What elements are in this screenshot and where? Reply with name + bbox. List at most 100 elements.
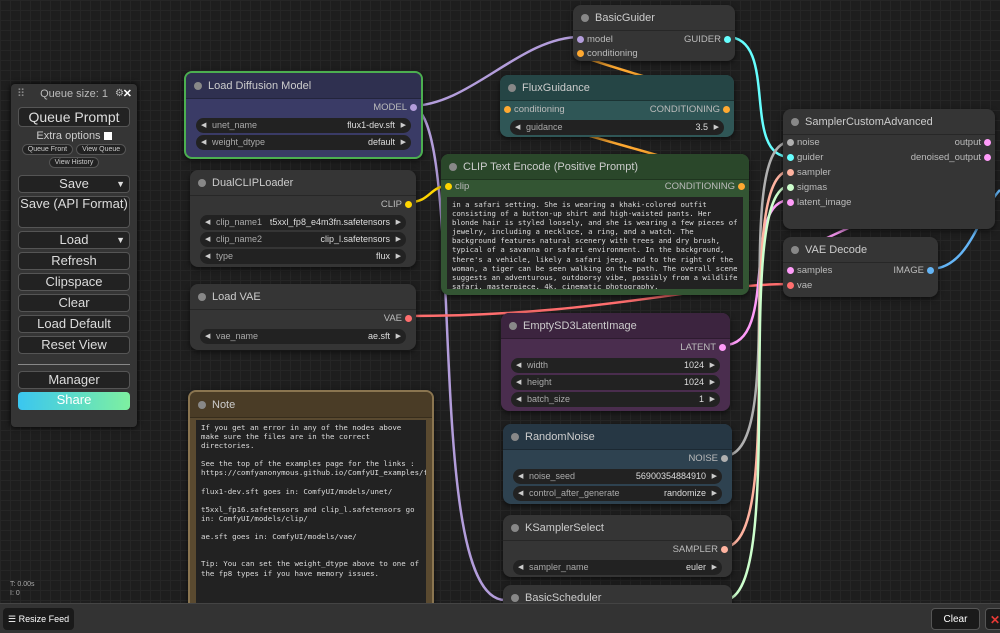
- node-sampler-custom-advanced[interactable]: SamplerCustomAdvanced noise output guider…: [783, 109, 995, 229]
- output-slot[interactable]: [984, 139, 991, 146]
- input-label: latent_image: [797, 197, 852, 208]
- input-slot[interactable]: [577, 50, 584, 57]
- load-menu-arrow-icon[interactable]: ▼: [116, 232, 125, 248]
- node-basic-guider[interactable]: BasicGuider model GUIDER conditioning: [573, 5, 735, 61]
- node-title: KSamplerSelect: [503, 515, 732, 541]
- resize-feed-button[interactable]: ☰ Resize Feed: [3, 608, 75, 630]
- queue-size-label: Queue size: 1: [40, 88, 108, 100]
- note-textarea[interactable]: If you get an error in any of the nodes …: [196, 420, 426, 610]
- output-slot[interactable]: [724, 36, 731, 43]
- reset-view-button[interactable]: Reset View: [18, 336, 130, 354]
- height-widget[interactable]: height1024: [511, 375, 720, 390]
- input-slot[interactable]: [787, 154, 794, 161]
- manager-button[interactable]: Manager: [18, 371, 130, 389]
- input-slot[interactable]: [787, 199, 794, 206]
- input-slot[interactable]: [504, 106, 511, 113]
- drag-handle-icon[interactable]: ⠿: [17, 84, 25, 104]
- node-title: Load VAE: [190, 284, 416, 310]
- refresh-button[interactable]: Refresh: [18, 252, 130, 270]
- width-widget[interactable]: width1024: [511, 358, 720, 373]
- view-queue-button[interactable]: View Queue: [76, 144, 127, 155]
- clear-button[interactable]: Clear: [18, 294, 130, 312]
- save-button[interactable]: Save ▼: [18, 175, 130, 193]
- input-slot[interactable]: [787, 184, 794, 191]
- output-slot[interactable]: [721, 546, 728, 553]
- weight-dtype-widget[interactable]: weight_dtypedefault: [196, 135, 411, 150]
- output-label: output: [954, 137, 981, 148]
- output-slot[interactable]: [723, 106, 730, 113]
- node-dual-clip-loader[interactable]: DualCLIPLoader CLIP clip_name1t5xxl_fp8_…: [190, 170, 416, 267]
- node-vae-decode[interactable]: VAE Decode samples IMAGE vae: [783, 237, 938, 297]
- sampler-name-widget[interactable]: sampler_nameeuler: [513, 560, 722, 575]
- input-slot[interactable]: [577, 36, 584, 43]
- output-label: NOISE: [688, 453, 718, 464]
- bottom-bar: ☰ Resize Feed Clear ✕: [0, 603, 1000, 633]
- share-button[interactable]: Share: [18, 392, 130, 410]
- input-slot[interactable]: [787, 267, 794, 274]
- load-button[interactable]: Load ▼: [18, 231, 130, 249]
- clip-name2-widget[interactable]: clip_name2clip_l.safetensors: [200, 232, 406, 247]
- node-title: Load Diffusion Model: [186, 73, 421, 99]
- output-slot[interactable]: [984, 154, 991, 161]
- close-icon[interactable]: ✕: [123, 84, 132, 104]
- node-note[interactable]: Note If you get an error in any of the n…: [188, 390, 434, 615]
- input-label: guider: [797, 152, 824, 163]
- feed-close-button[interactable]: ✕: [985, 608, 1000, 630]
- output-slot[interactable]: [410, 104, 417, 111]
- output-slot[interactable]: [927, 267, 934, 274]
- input-slot[interactable]: [787, 139, 794, 146]
- guidance-widget[interactable]: guidance3.5: [510, 120, 724, 135]
- view-history-button[interactable]: View History: [48, 157, 100, 168]
- prompt-textarea[interactable]: in a safari setting. She is wearing a kh…: [447, 197, 743, 289]
- input-slot[interactable]: [787, 282, 794, 289]
- batch-size-widget[interactable]: batch_size1: [511, 392, 720, 407]
- output-label: denoised_output: [910, 152, 981, 163]
- input-label: conditioning: [514, 104, 565, 115]
- type-widget[interactable]: typeflux: [200, 249, 406, 264]
- sliders-icon: ☰: [8, 614, 17, 624]
- node-load-diffusion-model[interactable]: Load Diffusion Model MODEL unet_nameflux…: [184, 71, 423, 159]
- clip-name1-widget[interactable]: clip_name1t5xxl_fp8_e4m3fn.safetensors: [200, 215, 406, 230]
- feed-clear-button[interactable]: Clear: [931, 608, 980, 630]
- vae-name-widget[interactable]: vae_nameae.sft: [200, 329, 406, 344]
- input-label: noise: [797, 137, 820, 148]
- node-title: DualCLIPLoader: [190, 170, 416, 196]
- node-title: Note: [190, 392, 432, 418]
- divider: [18, 364, 130, 365]
- output-label: MODEL: [373, 102, 407, 113]
- save-api-button[interactable]: Save (API Format): [18, 196, 130, 228]
- output-slot[interactable]: [405, 201, 412, 208]
- output-slot[interactable]: [738, 183, 745, 190]
- node-random-noise[interactable]: RandomNoise NOISE noise_seed569003548849…: [503, 424, 732, 504]
- queue-front-button[interactable]: Queue Front: [21, 144, 74, 155]
- input-slot[interactable]: [445, 183, 452, 190]
- node-flux-guidance[interactable]: FluxGuidance conditioning CONDITIONING gu…: [500, 75, 734, 137]
- node-clip-text-encode[interactable]: CLIP Text Encode (Positive Prompt) clip C…: [441, 154, 749, 295]
- queue-panel: ⠿ Queue size: 1 ⚙ ✕ Queue Prompt Extra o…: [11, 84, 137, 427]
- output-label: CONDITIONING: [649, 104, 720, 115]
- node-ksampler-select[interactable]: KSamplerSelect SAMPLER sampler_nameeuler: [503, 515, 732, 577]
- input-slot[interactable]: [787, 169, 794, 176]
- clipspace-button[interactable]: Clipspace: [18, 273, 130, 291]
- extra-options-checkbox[interactable]: [103, 132, 112, 141]
- node-load-vae[interactable]: Load VAE VAE vae_nameae.sft: [190, 284, 416, 350]
- input-label: sampler: [797, 167, 831, 178]
- noise-seed-widget[interactable]: noise_seed56900354884910: [513, 469, 722, 484]
- save-menu-arrow-icon[interactable]: ▼: [116, 176, 125, 192]
- unet-name-widget[interactable]: unet_nameflux1-dev.sft: [196, 118, 411, 133]
- output-label: IMAGE: [893, 265, 924, 276]
- control-after-generate-widget[interactable]: control_after_generaterandomize: [513, 486, 722, 501]
- node-title: CLIP Text Encode (Positive Prompt): [441, 154, 749, 180]
- input-label: conditioning: [587, 48, 638, 59]
- node-title: SamplerCustomAdvanced: [783, 109, 995, 135]
- output-slot[interactable]: [405, 315, 412, 322]
- queue-prompt-button[interactable]: Queue Prompt: [18, 107, 130, 127]
- output-label: CLIP: [380, 199, 402, 210]
- node-title: FluxGuidance: [500, 75, 734, 101]
- node-empty-sd3-latent-image[interactable]: EmptySD3LatentImage LATENT width1024 hei…: [501, 313, 730, 411]
- load-default-button[interactable]: Load Default: [18, 315, 130, 333]
- stat-time: T: 0.00s: [10, 581, 35, 588]
- input-label: samples: [797, 265, 833, 276]
- output-slot[interactable]: [719, 344, 726, 351]
- output-slot[interactable]: [721, 455, 728, 462]
